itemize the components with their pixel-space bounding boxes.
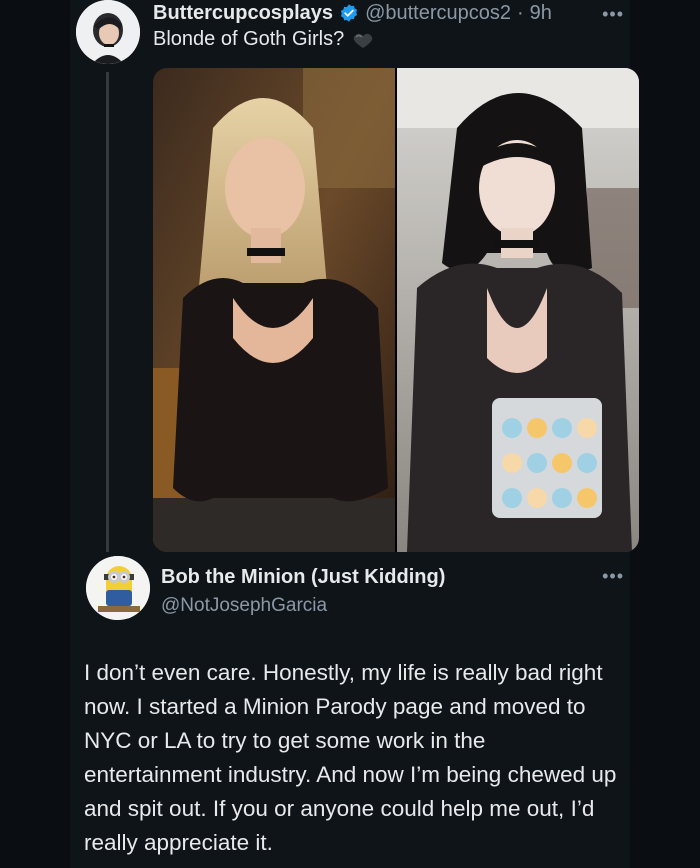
tweet-text-row: Blonde of Goth Girls? [153, 28, 376, 51]
tweet-text: Blonde of Goth Girls? [153, 28, 345, 50]
more-horizontal-icon[interactable]: ••• [602, 566, 624, 587]
right-margin [630, 0, 700, 868]
photo-goth-girl[interactable] [397, 68, 639, 552]
reply-author-avatar[interactable] [86, 556, 150, 620]
verified-badge-icon [340, 4, 358, 22]
reply-text: I don’t even care. Honestly, my life is … [84, 660, 617, 855]
reply-author-name[interactable]: Bob the Minion (Just Kidding) [161, 566, 445, 589]
tweet-author-name[interactable]: Buttercupcosplays [153, 2, 333, 25]
photo-blonde-girl[interactable] [153, 68, 395, 552]
left-margin [0, 0, 70, 868]
tweet-author-handle[interactable]: @buttercupcos2 [365, 2, 511, 25]
tweet-header: Buttercupcosplays @buttercupcos2 · 9h [153, 0, 552, 26]
screen: Buttercupcosplays @buttercupcos2 · 9h ••… [0, 0, 700, 868]
more-horizontal-icon[interactable]: ••• [602, 4, 624, 25]
black-heart-emoji-icon [353, 33, 373, 48]
header-separator: · [517, 1, 524, 24]
thread-connector-line [106, 72, 109, 552]
reply-author-handle[interactable]: @NotJosephGarcia [161, 595, 445, 617]
tweet-timestamp[interactable]: 9h [530, 2, 552, 25]
tweet-media-grid[interactable] [153, 68, 639, 552]
tweet-author-avatar[interactable] [76, 0, 140, 64]
reply-header: Bob the Minion (Just Kidding) @NotJoseph… [161, 566, 445, 617]
